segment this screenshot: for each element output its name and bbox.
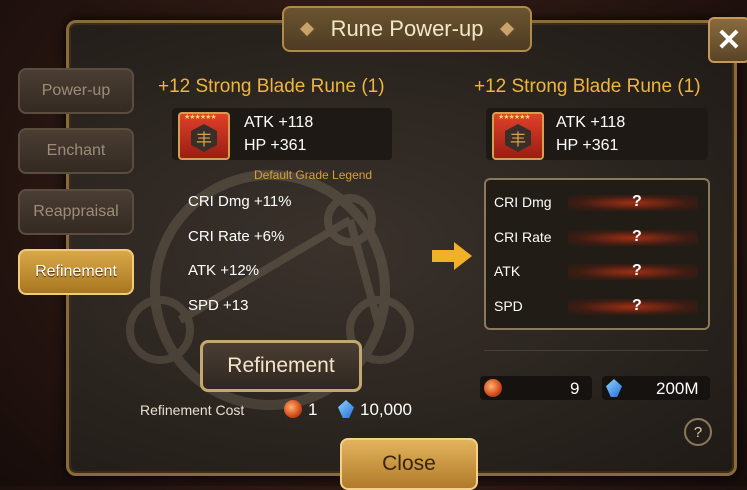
result-main-stat-hp: HP +361 [556, 137, 619, 154]
sub-stat-spd: SPD +13 [188, 297, 249, 314]
refinement-button[interactable]: Refinement [200, 340, 362, 392]
rune-icon: ★★★★★★ 丰 [492, 112, 544, 160]
grade-legend: Default Grade Legend [254, 168, 373, 182]
sub-stat-cri-rate: CRI Rate +6% [188, 228, 285, 245]
cost-label: Refinement Cost [140, 402, 245, 418]
close-button[interactable]: Close [340, 438, 478, 490]
help-button[interactable]: ? [684, 418, 712, 446]
swirl-token-icon [284, 400, 302, 418]
current-rune-name: +12 Strong Blade Rune (1) [158, 76, 385, 97]
result-sub-stat-label: CRI Rate [494, 229, 552, 245]
result-sub-stat-value: ? [632, 297, 642, 314]
main-stat-hp: HP +361 [244, 137, 307, 154]
window-title: Rune Power-up [330, 16, 484, 41]
blade-glyph-icon: 丰 [505, 124, 531, 152]
ornament-left-icon [298, 20, 316, 38]
blade-glyph-icon: 丰 [191, 124, 217, 152]
ornament-right-icon [498, 20, 516, 38]
arrow-head-icon [454, 242, 472, 270]
result-rune-name: +12 Strong Blade Rune (1) [474, 76, 701, 97]
swirl-count: 9 [570, 379, 580, 398]
sub-stat-atk: ATK +12% [188, 262, 260, 279]
result-sub-stat-value: ? [632, 193, 642, 210]
result-sub-stat-label: CRI Dmg [494, 194, 552, 210]
tab-refinement[interactable]: Refinement [18, 249, 134, 295]
crystal-count: 200M [656, 379, 699, 398]
result-main-stat-atk: ATK +118 [556, 114, 626, 131]
result-sub-stat-label: SPD [494, 298, 523, 314]
cost-crystal-amount: 10,000 [360, 400, 412, 419]
swirl-token-icon [484, 379, 502, 397]
tab-power-up[interactable]: Power-up [18, 68, 134, 114]
rune-icon: ★★★★★★ 丰 [178, 112, 230, 160]
result-sub-stat-label: ATK [494, 263, 521, 279]
rune-stars: ★★★★★★ [184, 114, 217, 121]
cost-swirl-amount: 1 [308, 400, 318, 419]
tab-reappraisal[interactable]: Reappraisal [18, 189, 134, 235]
main-stat-atk: ATK +118 [244, 114, 314, 131]
arrow-right-icon [432, 250, 456, 262]
tab-enchant[interactable]: Enchant [18, 128, 134, 174]
close-icon[interactable]: ✕ [708, 17, 747, 63]
divider [484, 350, 708, 351]
rune-stars: ★★★★★★ [498, 114, 531, 121]
window-title-plate: Rune Power-up [282, 6, 532, 52]
result-sub-stat-value: ? [632, 228, 642, 245]
sub-stat-cri-dmg: CRI Dmg +11% [188, 193, 292, 210]
result-sub-stat-value: ? [632, 262, 642, 279]
